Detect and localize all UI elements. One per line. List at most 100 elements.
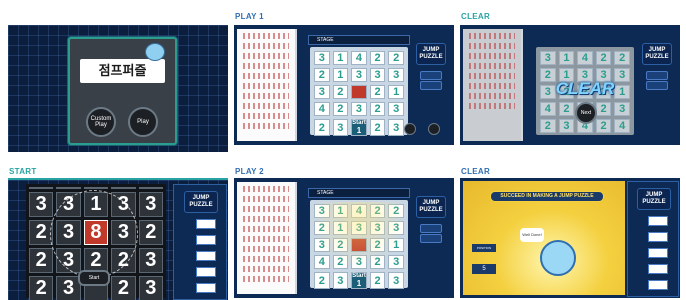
- jump-puzzle-logo: JUMP PUZZLE: [416, 196, 446, 218]
- tile[interactable]: 3: [388, 119, 404, 136]
- side-button[interactable]: [646, 71, 668, 80]
- side-button[interactable]: [420, 234, 442, 243]
- tile[interactable]: 3: [369, 68, 386, 82]
- start-panel: 3 3 1 3 3 2 3 8 3 2 2 3 2 2 3 2 3 2 3 St…: [8, 178, 228, 300]
- puzzle-board: 3 1 4 2 2 2 1 3 3 3 3 2 2 1 4 2 3 2 3 2 …: [310, 200, 408, 289]
- tile[interactable]: 2: [369, 85, 386, 99]
- side-button[interactable]: [420, 224, 442, 233]
- tile: 2: [595, 51, 612, 65]
- tile[interactable]: 2: [332, 238, 349, 252]
- back-icon[interactable]: [404, 123, 416, 135]
- play1-label: PLAY 1: [235, 12, 264, 21]
- start-label: START: [9, 167, 37, 176]
- tile[interactable]: 2: [369, 119, 386, 136]
- tile[interactable]: 3: [369, 221, 386, 235]
- tile[interactable]: 4: [314, 255, 330, 269]
- flow-node: [196, 267, 216, 277]
- play1-panel: STAGE 3 1 4 2 2 2 1 3 3 3 3 2 2 1 4 2 3 …: [234, 25, 454, 145]
- stage-bar: STAGE: [308, 35, 410, 45]
- play-button[interactable]: Play: [128, 107, 158, 137]
- tile[interactable]: 1: [388, 85, 404, 99]
- tile[interactable]: 2: [314, 221, 330, 235]
- tile[interactable]: 3: [332, 119, 349, 136]
- tile[interactable]: 2: [369, 272, 386, 289]
- tile[interactable]: 3: [314, 51, 330, 65]
- side-button[interactable]: [420, 81, 442, 90]
- tile[interactable]: 3: [351, 68, 367, 82]
- side-button[interactable]: [646, 81, 668, 90]
- settings-icon[interactable]: [428, 123, 440, 135]
- tile[interactable]: 1: [332, 51, 349, 65]
- tile[interactable]: 3: [388, 102, 404, 116]
- tile[interactable]: 2: [369, 204, 386, 218]
- tile[interactable]: 3: [314, 85, 330, 99]
- tile[interactable]: 2: [388, 51, 404, 65]
- tile[interactable]: 4: [351, 204, 367, 218]
- tile[interactable]: 2: [369, 238, 386, 252]
- clear2-label: CLEAR: [461, 167, 491, 176]
- tile[interactable]: 1: [388, 238, 404, 252]
- tile[interactable]: 2: [332, 255, 349, 269]
- flow-node: [648, 232, 668, 242]
- mascot-icon: [145, 43, 165, 61]
- tile[interactable]: 1: [332, 221, 349, 235]
- tile[interactable]: 2: [314, 119, 330, 136]
- current-tile-value: 1: [356, 279, 362, 288]
- tile[interactable]: 3: [388, 68, 404, 82]
- flow-node: [648, 248, 668, 258]
- success-bubble: Well Done!: [520, 228, 544, 242]
- flow-sidebar: JUMP PUZZLE: [627, 181, 679, 297]
- next-button[interactable]: Next: [575, 102, 597, 124]
- tile[interactable]: 2: [388, 204, 404, 218]
- tile-highlighted[interactable]: [351, 238, 367, 252]
- tile: 4: [614, 119, 630, 133]
- flow-node: [196, 283, 216, 293]
- jump-puzzle-logo: JUMP PUZZLE: [184, 191, 218, 213]
- tile[interactable]: 4: [314, 102, 330, 116]
- tile[interactable]: 2: [369, 102, 386, 116]
- tile[interactable]: 2: [369, 51, 386, 65]
- tile: 2: [540, 119, 556, 133]
- puzzle-board: 3 1 4 2 2 2 1 3 3 3 3 2 2 1 4 2 3 2 3 2 …: [310, 47, 408, 136]
- tile[interactable]: 4: [351, 51, 367, 65]
- tile[interactable]: 3: [314, 238, 330, 252]
- tile: 2: [558, 102, 575, 116]
- tile[interactable]: 1: [332, 68, 349, 82]
- side-button[interactable]: [420, 71, 442, 80]
- tile: 4: [540, 102, 556, 116]
- clear1-label: CLEAR: [461, 12, 491, 21]
- game-title: 점프퍼즐: [80, 59, 165, 83]
- tile[interactable]: 2: [369, 255, 386, 269]
- success-info-label: POSITION: [472, 244, 496, 252]
- tile-highlighted[interactable]: [351, 85, 367, 99]
- tile[interactable]: 2: [332, 102, 349, 116]
- tile[interactable]: 3: [388, 272, 404, 289]
- current-tile[interactable]: Start 1: [351, 119, 367, 136]
- flow-sidebar: JUMP PUZZLE: [173, 184, 227, 300]
- success-panel: SUCCEED IN MAKING A JUMP PUZZLE Well Don…: [460, 178, 680, 298]
- current-tile-value: 1: [356, 126, 362, 135]
- flow-node: [648, 280, 668, 290]
- tile[interactable]: 3: [351, 102, 367, 116]
- start-button[interactable]: Start: [78, 270, 110, 286]
- tile[interactable]: 2: [314, 272, 330, 289]
- tile[interactable]: 2: [332, 85, 349, 99]
- tile[interactable]: 3: [388, 255, 404, 269]
- tile: 2: [614, 51, 630, 65]
- tile[interactable]: 3: [351, 221, 367, 235]
- flow-node: [196, 251, 216, 261]
- tile[interactable]: 2: [314, 68, 330, 82]
- flow-node: [648, 216, 668, 226]
- tile: 3: [540, 51, 556, 65]
- flow-node: [196, 235, 216, 245]
- current-tile[interactable]: Start 1: [351, 272, 367, 289]
- play2-panel: STAGE 3 1 4 2 2 2 1 3 3 3 3 2 2 1 4 2 3 …: [234, 178, 454, 298]
- success-banner: SUCCEED IN MAKING A JUMP PUZZLE: [490, 191, 604, 202]
- tile[interactable]: 3: [388, 221, 404, 235]
- tile[interactable]: 1: [332, 204, 349, 218]
- tile: 1: [558, 51, 575, 65]
- custom-play-button[interactable]: Custom Play: [86, 107, 116, 137]
- tile[interactable]: 3: [314, 204, 330, 218]
- tile[interactable]: 3: [332, 272, 349, 289]
- tile[interactable]: 3: [351, 255, 367, 269]
